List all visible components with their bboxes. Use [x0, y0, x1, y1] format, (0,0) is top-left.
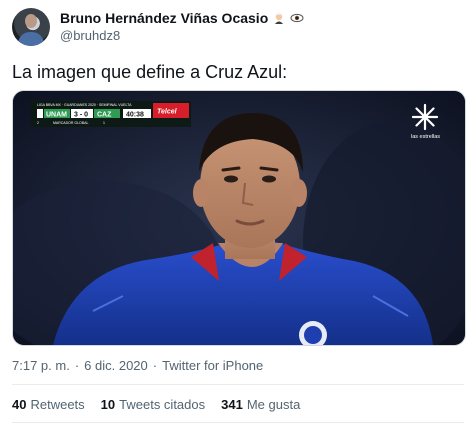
- channel-star-icon: [411, 103, 439, 131]
- scoreboard-global-away: 1: [103, 121, 105, 125]
- scoreboard-sponsor: Telcel: [157, 109, 178, 116]
- likes-stat[interactable]: 341 Me gusta: [221, 397, 300, 412]
- scoreboard-away: CAZ: [97, 112, 112, 119]
- meta-separator-2: ·: [152, 358, 158, 373]
- scoreboard-league: LIGA BBVA MX · GUARDIANES 2020 · SEMIFIN…: [37, 103, 132, 107]
- scoreboard-score: 3 - 0: [74, 112, 88, 119]
- likes-label: Me gusta: [246, 397, 301, 412]
- scoreboard-global-label: MARCADOR GLOBAL: [53, 121, 88, 125]
- tweet-source[interactable]: Twitter for iPhone: [162, 358, 263, 373]
- tweet-text: La imagen que define a Cruz Azul:: [12, 62, 288, 82]
- media-frame: LIGA BBVA MX · GUARDIANES 2020 · SEMIFIN…: [13, 91, 465, 345]
- retweets-count: 40: [12, 397, 27, 412]
- author-display-name[interactable]: Bruno Hernández Viñas Ocasio: [60, 10, 268, 26]
- tweet-stats: 40 Retweets 10 Tweets citados 341 Me gus…: [12, 397, 300, 412]
- meta-separator: ·: [74, 358, 80, 373]
- divider-top: [12, 384, 464, 385]
- quotes-label: Tweets citados: [119, 397, 206, 412]
- likes-count: 341: [221, 397, 243, 412]
- man-judge-emoji-icon: [272, 11, 286, 25]
- quotes-stat[interactable]: 10 Tweets citados: [101, 397, 205, 412]
- retweets-stat[interactable]: 40 Retweets: [12, 397, 85, 412]
- author-name-line[interactable]: Bruno Hernández Viñas Ocasio: [60, 10, 304, 26]
- tweet-media-image[interactable]: LIGA BBVA MX · GUARDIANES 2020 · SEMIFIN…: [12, 90, 466, 346]
- author-handle[interactable]: @bruhdz8: [60, 28, 120, 43]
- scoreboard-clock: 40:38: [126, 112, 144, 119]
- quotes-count: 10: [100, 397, 116, 412]
- tweet-meta: 7:17 p. m. · 6 dic. 2020 · Twitter for i…: [12, 358, 263, 373]
- tweet-time[interactable]: 7:17 p. m.: [12, 358, 70, 373]
- avatar[interactable]: [12, 8, 50, 46]
- tweet-header: Bruno Hernández Viñas Ocasio @bruhdz8: [10, 6, 466, 46]
- tweet-date[interactable]: 6 dic. 2020: [84, 358, 148, 373]
- eye-emoji-icon: [290, 11, 304, 25]
- channel-name: las estrellas: [411, 134, 440, 140]
- scoreboard-global-home: 2: [37, 121, 39, 125]
- avatar-face: [25, 14, 37, 28]
- retweets-label: Retweets: [30, 397, 85, 412]
- avatar-shirt: [18, 32, 44, 46]
- scoreboard-home: UNAM: [46, 112, 67, 119]
